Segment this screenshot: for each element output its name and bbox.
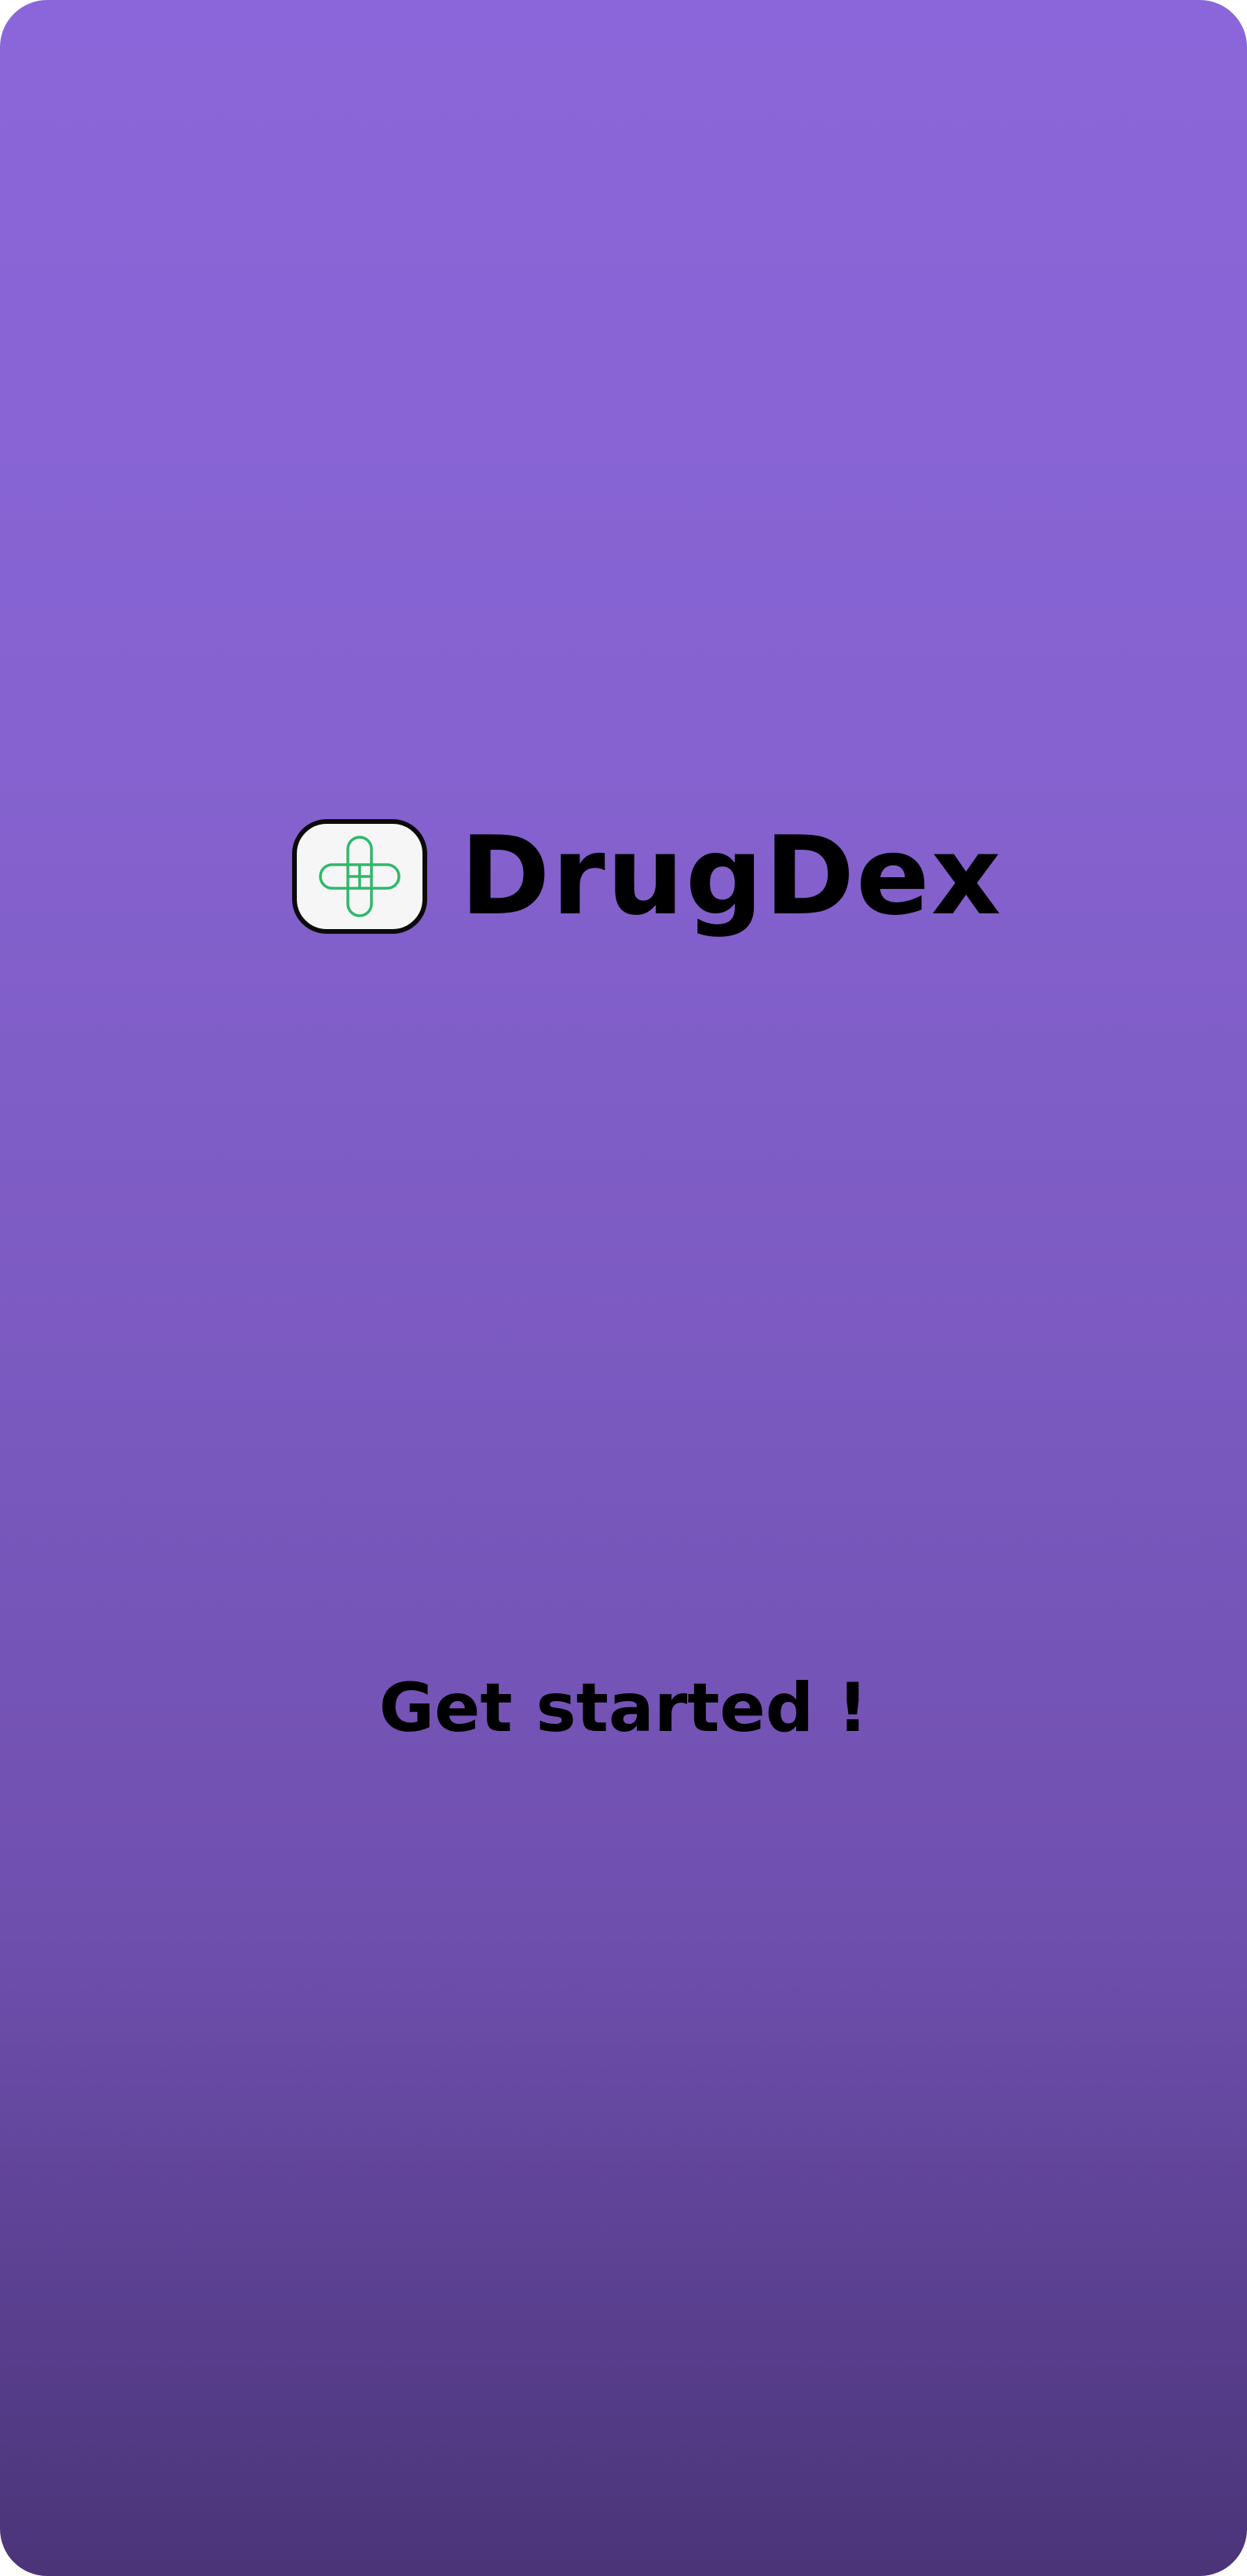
- brand-lockup: DrugDex: [292, 817, 1003, 936]
- splash-screen: DrugDex Get started !: [0, 0, 1247, 2576]
- get-started-button[interactable]: Get started !: [0, 1673, 1247, 1744]
- medical-cross-pills-icon: [319, 836, 400, 917]
- app-name: DrugDex: [460, 813, 1003, 939]
- app-logo: [292, 819, 427, 934]
